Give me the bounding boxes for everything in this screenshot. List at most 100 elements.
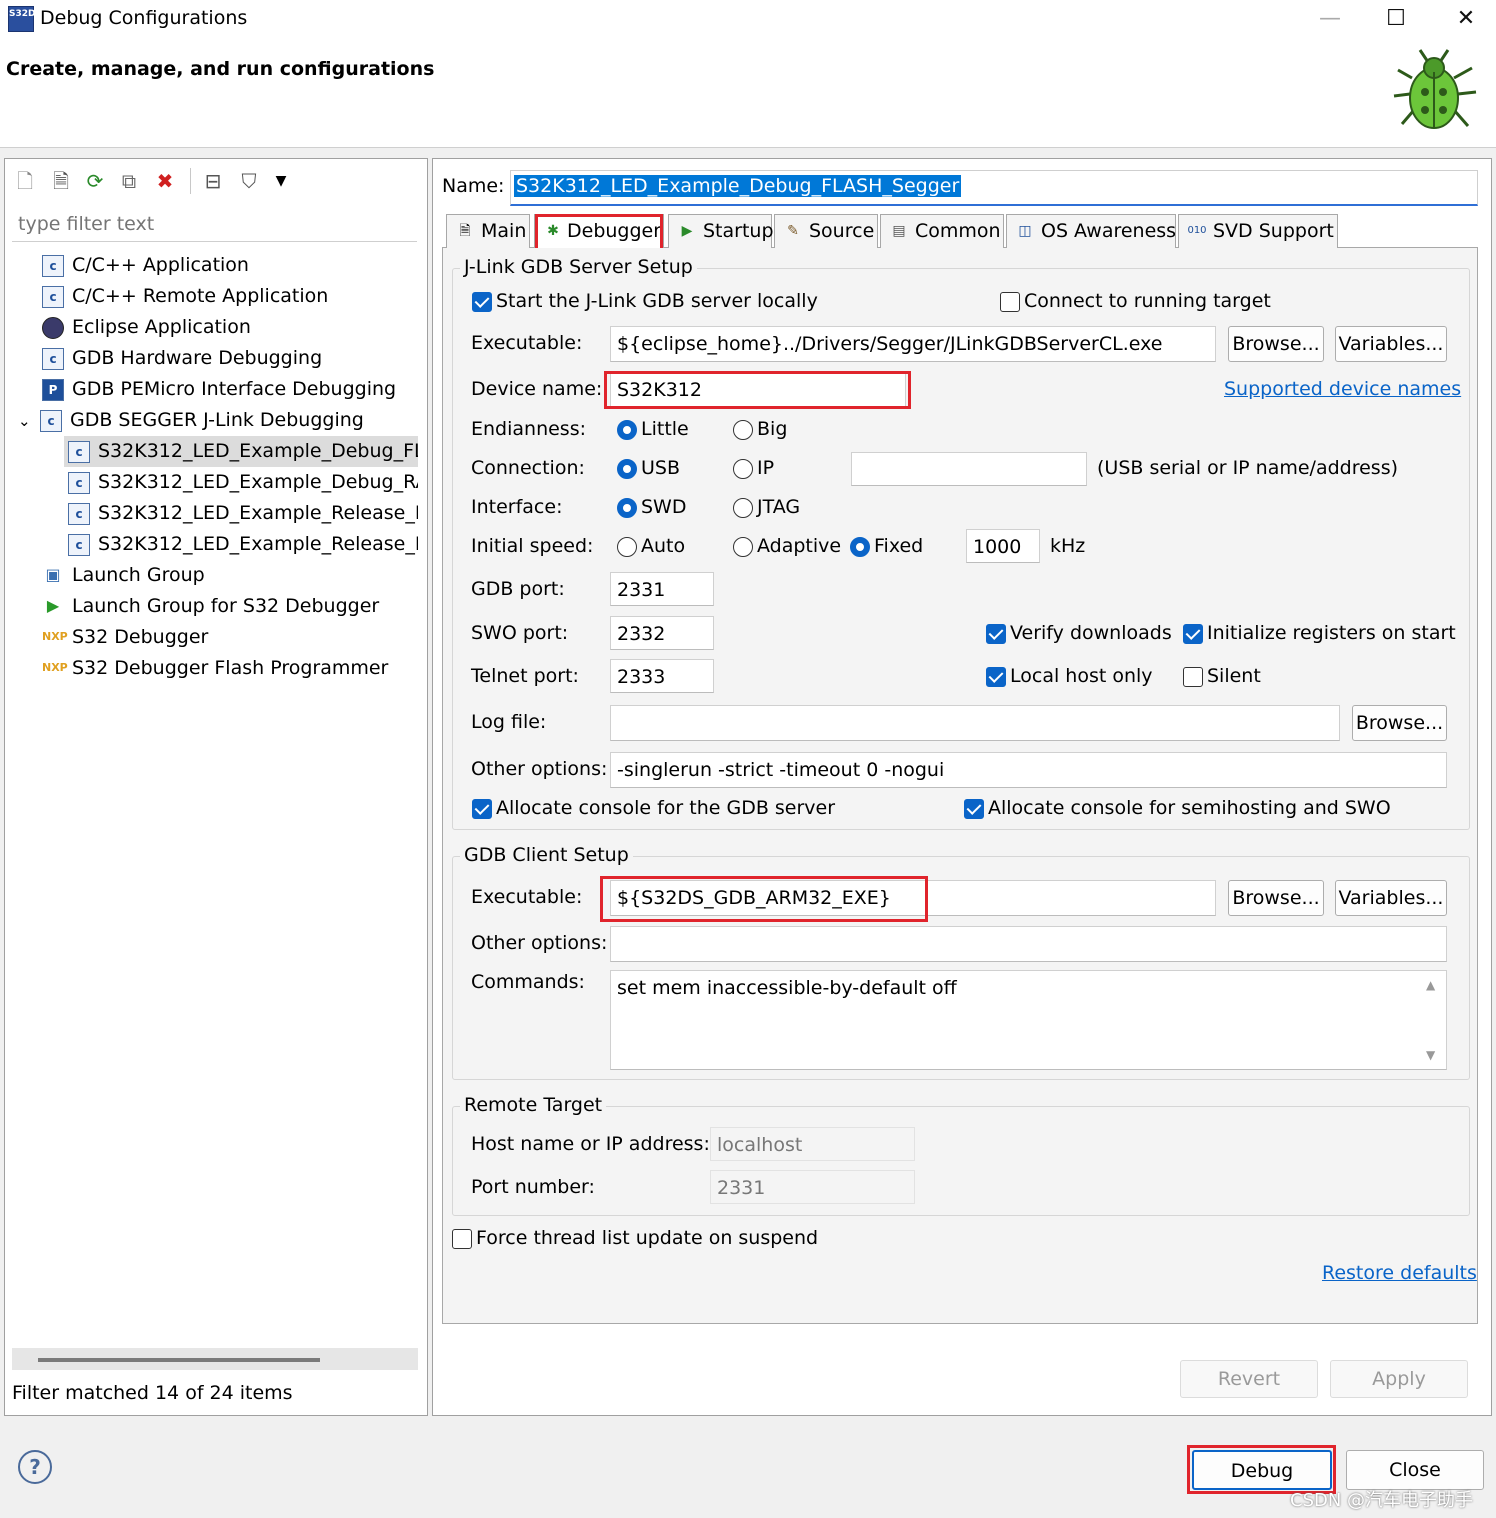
config-tree: c C/C++ Application c C/C++ Remote Applica…	[10, 250, 418, 684]
little-radio[interactable]	[617, 420, 637, 440]
delete-icon[interactable]: ✖	[152, 168, 178, 194]
close-button[interactable]: Close	[1346, 1450, 1484, 1490]
svd-icon: 010	[1187, 225, 1207, 236]
connect-running-checkbox[interactable]	[1000, 292, 1020, 312]
pemicro-icon: P	[42, 378, 64, 401]
tree-item[interactable]: cS32K312_LED_Example_Release_RAM	[64, 529, 418, 560]
speed-field[interactable]: 1000	[966, 529, 1040, 563]
tree-item-selected[interactable]: cS32K312_LED_Example_Debug_FLASH_Segger	[64, 436, 418, 467]
tree-item[interactable]: c C/C++ Application	[10, 250, 418, 281]
tab-source[interactable]: ✎ Source	[774, 214, 878, 248]
commands-label: Commands:	[471, 971, 585, 993]
filter-icon[interactable]: ⛉	[236, 168, 262, 194]
client-variables-button[interactable]: Variables...	[1335, 880, 1447, 916]
fixed-label: Fixed	[874, 535, 924, 557]
maximize-icon[interactable]: ☐	[1366, 2, 1426, 36]
tab-common[interactable]: ▤ Common	[880, 214, 1004, 248]
swd-radio[interactable]	[617, 498, 637, 518]
little-label: Little	[641, 418, 689, 440]
adaptive-radio[interactable]	[733, 537, 753, 557]
main-tab-icon: 🗎	[459, 223, 471, 239]
tree-item[interactable]: ⌄ c GDB SEGGER J-Link Debugging	[10, 405, 418, 436]
c-app-icon: c	[40, 409, 62, 432]
name-label: Name:	[442, 175, 505, 197]
usb-serial-field[interactable]	[851, 452, 1087, 486]
silent-checkbox[interactable]	[1183, 667, 1203, 687]
restore-defaults-link[interactable]: Restore defaults	[1322, 1262, 1477, 1284]
start-locally-checkbox[interactable]	[472, 292, 492, 312]
os-awareness-icon: ◫	[1018, 223, 1032, 239]
big-radio[interactable]	[733, 420, 753, 440]
log-browse-button[interactable]: Browse...	[1352, 705, 1447, 741]
filter-input[interactable]	[12, 206, 417, 242]
server-executable-field[interactable]: ${eclipse_home}../Drivers/Segger/JLinkGD…	[610, 326, 1216, 362]
new-prototype-icon[interactable]: 🗎	[48, 168, 74, 194]
jtag-radio[interactable]	[733, 498, 753, 518]
scrollbar-thumb[interactable]	[38, 1358, 320, 1362]
revert-button[interactable]: Revert	[1180, 1360, 1318, 1398]
tree-item[interactable]: P GDB PEMicro Interface Debugging	[10, 374, 418, 405]
local-host-only-checkbox[interactable]	[986, 667, 1006, 687]
init-registers-checkbox[interactable]	[1183, 624, 1203, 644]
tree-item[interactable]: ▶ Launch Group for S32 Debugger	[10, 591, 418, 622]
name-value[interactable]: S32K312_LED_Example_Debug_FLASH_Segger	[514, 175, 962, 197]
tree-item[interactable]: c C/C++ Remote Application	[10, 281, 418, 312]
allocate-semihosting-label: Allocate console for semihosting and SWO	[988, 797, 1391, 819]
ip-radio[interactable]	[733, 459, 753, 479]
allocate-semihosting-checkbox[interactable]	[964, 799, 984, 819]
supported-devices-link[interactable]: Supported device names	[1224, 378, 1461, 400]
host-label: Host name or IP address:	[471, 1133, 710, 1155]
tree-item[interactable]: NXP S32 Debugger Flash Programmer	[10, 653, 418, 684]
force-thread-checkbox[interactable]	[452, 1229, 472, 1249]
client-other-options-label: Other options:	[471, 932, 608, 954]
scroll-up-icon[interactable]: ▲	[1426, 978, 1435, 992]
usb-radio[interactable]	[617, 459, 637, 479]
tab-os-awareness[interactable]: ◫ OS Awareness	[1006, 214, 1176, 248]
interface-label: Interface:	[471, 496, 563, 518]
server-variables-button[interactable]: Variables...	[1335, 326, 1447, 362]
apply-button[interactable]: Apply	[1330, 1360, 1468, 1398]
commands-textarea[interactable]: set mem inaccessible-by-default off	[610, 970, 1447, 1070]
close-window-icon[interactable]: ✕	[1436, 2, 1496, 36]
scroll-down-icon[interactable]: ▼	[1426, 1048, 1435, 1062]
tab-main[interactable]: 🗎 Main	[446, 214, 530, 248]
tree-item[interactable]: cS32K312_LED_Example_Release_FLASH	[64, 498, 418, 529]
chevron-down-icon[interactable]: ⌄	[18, 406, 40, 436]
fixed-radio[interactable]	[850, 537, 870, 557]
tab-startup[interactable]: ▶ Startup	[668, 214, 774, 248]
auto-label: Auto	[641, 535, 686, 557]
server-other-options-field[interactable]: -singlerun -strict -timeout 0 -nogui	[610, 752, 1447, 788]
duplicate-icon[interactable]: ⧉	[116, 168, 142, 194]
c-app-icon: c	[68, 533, 90, 556]
tab-svd-support[interactable]: 010 SVD Support	[1178, 214, 1338, 248]
verify-downloads-checkbox[interactable]	[986, 624, 1006, 644]
help-icon[interactable]: ?	[18, 1450, 52, 1484]
port-number-label: Port number:	[471, 1176, 595, 1198]
minimize-icon[interactable]: —	[1300, 2, 1360, 36]
client-browse-button[interactable]: Browse...	[1228, 880, 1324, 916]
log-file-field[interactable]	[610, 705, 1340, 741]
server-browse-button[interactable]: Browse...	[1228, 326, 1324, 362]
c-app-icon: c	[68, 440, 90, 463]
tree-item[interactable]: ▣ Launch Group	[10, 560, 418, 591]
allocate-gdb-console-checkbox[interactable]	[472, 799, 492, 819]
tree-item[interactable]: c S32K312_LED_Example_Debug_RAM	[64, 467, 418, 498]
export-icon[interactable]: ⟳	[82, 168, 108, 194]
adaptive-label: Adaptive	[757, 535, 842, 557]
auto-radio[interactable]	[617, 537, 637, 557]
collapse-all-icon[interactable]: ⊟	[200, 168, 226, 194]
init-registers-label: Initialize registers on start	[1207, 622, 1456, 644]
telnet-port-field[interactable]: 2333	[610, 659, 714, 693]
tree-item[interactable]: c GDB Hardware Debugging	[10, 343, 418, 374]
client-other-options-field[interactable]	[610, 926, 1447, 962]
new-config-icon[interactable]: 🗋	[12, 168, 38, 194]
gdb-port-field[interactable]: 2331	[610, 572, 714, 606]
window-title: Debug Configurations	[40, 7, 248, 29]
client-executable-highlight	[600, 876, 928, 922]
c-app-icon: c	[42, 285, 64, 308]
tree-item[interactable]: Eclipse Application	[10, 312, 418, 343]
chevron-down-icon[interactable]: ▼	[268, 168, 294, 194]
tree-item[interactable]: NXP S32 Debugger	[10, 622, 418, 653]
remote-target-group-title: Remote Target	[460, 1094, 607, 1116]
swo-port-field[interactable]: 2332	[610, 616, 714, 650]
